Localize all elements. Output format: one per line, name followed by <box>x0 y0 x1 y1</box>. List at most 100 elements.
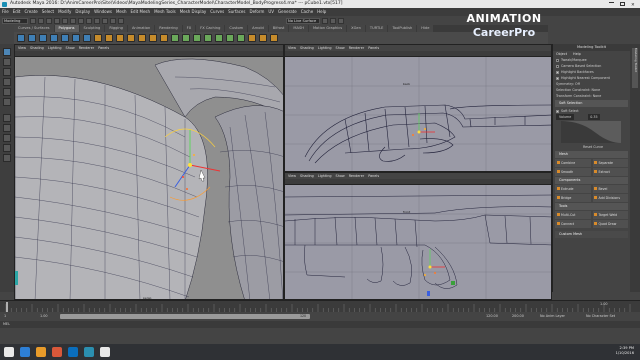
ipr-render-icon[interactable] <box>330 17 336 24</box>
shelf-tab-custom[interactable]: Custom <box>225 25 248 32</box>
poly-cylinder-icon[interactable] <box>39 34 47 42</box>
anim-layer-field[interactable]: No Anim Layer <box>540 314 565 318</box>
planar-uv-icon[interactable] <box>248 34 256 42</box>
menu-curves[interactable]: Curves <box>210 8 224 16</box>
outlook-icon[interactable] <box>68 347 78 357</box>
smooth-button[interactable]: Smooth <box>555 168 591 176</box>
append-icon[interactable] <box>204 34 212 42</box>
menu-cache[interactable]: Cache <box>301 8 313 16</box>
shelf-tab-sculpting[interactable]: Sculpting <box>79 25 105 32</box>
snap-surface-icon[interactable] <box>118 17 124 24</box>
persp-viewport[interactable]: View Shading Lighting Show Renderer Pane… <box>14 44 284 300</box>
mesh-section[interactable]: Mesh <box>555 151 628 158</box>
shelf-tab-rigging[interactable]: Rigging <box>105 25 127 32</box>
select-tool-icon[interactable] <box>3 48 11 56</box>
maximize-button[interactable] <box>620 2 625 6</box>
menu-help[interactable]: Help <box>317 8 326 16</box>
falloff-mode-select[interactable]: Volume <box>556 114 575 120</box>
menu-mesh[interactable]: Mesh <box>116 8 127 16</box>
menu-file[interactable]: File <box>2 8 9 16</box>
shelf-tab-animation[interactable]: Animation <box>127 25 155 32</box>
tweak-marquee-checkbox[interactable] <box>556 58 559 62</box>
multi-cut-icon[interactable] <box>215 34 223 42</box>
quad-draw-icon[interactable] <box>237 34 245 42</box>
reset-curve-button[interactable]: Reset Curve <box>553 144 630 150</box>
show-menu[interactable]: Show <box>336 173 345 179</box>
menu-create[interactable]: Create <box>24 8 37 16</box>
soft-select-checkbox[interactable] <box>556 109 559 113</box>
range-slider[interactable]: 120 <box>60 314 310 319</box>
show-menu[interactable]: Show <box>336 45 345 51</box>
highlight-nearest-component-checkbox[interactable] <box>556 76 559 80</box>
maya-taskbar-icon[interactable] <box>84 347 94 357</box>
system-tray-clock[interactable]: 2:39 PM 1/10/2016 <box>616 346 634 356</box>
undo-icon[interactable] <box>54 17 60 24</box>
playback-start-field[interactable]: 120.00 <box>486 314 498 318</box>
extract-icon[interactable] <box>116 34 124 42</box>
view-menu[interactable]: View <box>18 45 26 51</box>
shelf-tab-motion-graphics[interactable]: Motion Graphics <box>308 25 347 32</box>
falloff-value[interactable]: 0.35 <box>588 114 600 120</box>
ie-browser-icon[interactable] <box>20 347 30 357</box>
transform-constraint-field[interactable]: Transform Constraint: None <box>553 93 630 99</box>
menu-set-selector[interactable]: Modeling <box>2 17 28 24</box>
range-start-field[interactable]: 1.00 <box>40 314 48 318</box>
snap-grid-icon[interactable] <box>94 17 100 24</box>
panels-menu[interactable]: Panels <box>368 45 379 51</box>
single-view-icon[interactable] <box>3 114 11 122</box>
firefox-icon[interactable] <box>52 347 62 357</box>
menu-select[interactable]: Select <box>42 8 54 16</box>
add-divisions-button[interactable]: Add Divisions <box>592 194 628 202</box>
bridge-button[interactable]: Bridge <box>555 194 591 202</box>
camera-based-selection-checkbox[interactable] <box>556 64 559 68</box>
modeling-toolkit-tab[interactable]: Modeling Toolkit <box>632 48 638 88</box>
shelf-tab-xgen[interactable]: XGen <box>347 25 365 32</box>
menu-modify[interactable]: Modify <box>58 8 71 16</box>
combine-button[interactable]: Combine <box>555 159 591 167</box>
separate-button[interactable]: Separate <box>592 159 628 167</box>
custom-mesh-section[interactable]: Custom Mesh <box>555 231 628 238</box>
quad-draw-button[interactable]: Quad Draw <box>592 220 628 228</box>
menu-display[interactable]: Display <box>75 8 90 16</box>
start-time-field[interactable]: 1 <box>4 314 6 318</box>
bevel-button[interactable]: Bevel <box>592 185 628 193</box>
paint-select-icon[interactable] <box>3 68 11 76</box>
snap-point-icon[interactable] <box>110 17 116 24</box>
playback-end-field[interactable]: 200.00 <box>512 314 524 318</box>
shelf-tab-turtle[interactable]: TURTLE <box>365 25 388 32</box>
menu-mesh-display[interactable]: Mesh Display <box>180 8 207 16</box>
menu-deform[interactable]: Deform <box>249 8 264 16</box>
shelf-tab-mash[interactable]: MASH <box>289 25 308 32</box>
view-menu[interactable]: View <box>288 45 296 51</box>
shelf-tab-bifrost[interactable]: Bifrost <box>268 25 289 32</box>
panels-menu[interactable]: Panels <box>98 45 109 51</box>
booleans-icon[interactable] <box>127 34 135 42</box>
multi-cut-button[interactable]: Multi-Cut <box>555 211 591 219</box>
extrude-button[interactable]: Extrude <box>555 185 591 193</box>
bevel-icon[interactable] <box>193 34 201 42</box>
minimize-button[interactable] <box>609 2 614 6</box>
menu-surfaces[interactable]: Surfaces <box>228 8 245 16</box>
reduce-icon[interactable] <box>149 34 157 42</box>
open-scene-icon[interactable] <box>38 17 44 24</box>
renderer-menu[interactable]: Renderer <box>349 45 364 51</box>
scale-tool-icon[interactable] <box>3 98 11 106</box>
four-view-icon[interactable] <box>3 124 11 132</box>
bridge-icon[interactable] <box>182 34 190 42</box>
shelf-tab-hide[interactable]: Hide <box>417 25 434 32</box>
lasso-tool-icon[interactable] <box>3 58 11 66</box>
live-surface-field[interactable]: No Live Surface <box>286 17 320 24</box>
move-tool-icon[interactable] <box>3 78 11 86</box>
lighting-menu[interactable]: Lighting <box>48 45 62 51</box>
highlight-backfaces-checkbox[interactable] <box>556 70 559 74</box>
select-object-icon[interactable] <box>78 17 84 24</box>
components-section[interactable]: Components <box>555 177 628 184</box>
current-frame-field[interactable]: 1.00 <box>600 302 608 306</box>
render-settings-icon[interactable] <box>338 17 344 24</box>
persp-graph-icon[interactable] <box>3 144 11 152</box>
save-scene-icon[interactable] <box>46 17 52 24</box>
soft-selection-section[interactable]: Soft Selection <box>555 100 628 107</box>
poly-plane-icon[interactable] <box>72 34 80 42</box>
menu-edit[interactable]: Edit <box>13 8 21 16</box>
command-line[interactable]: MEL <box>0 321 640 328</box>
